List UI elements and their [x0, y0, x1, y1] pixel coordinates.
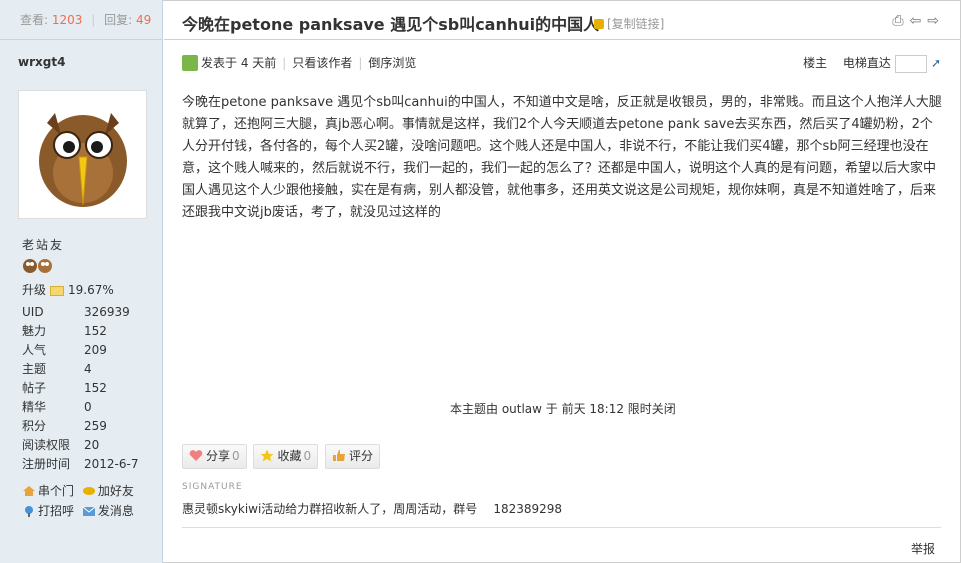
favorite-button[interactable]: 收藏 0	[253, 444, 319, 469]
post-main: 今晚在petone panksave 遇见个sb叫canhui的中国人 [复制链…	[164, 0, 961, 563]
envelope-icon	[82, 506, 96, 516]
medals	[22, 256, 54, 277]
signature-text: 惠灵顿skykiwi活动给力群招收新人了，周周活动，群号	[182, 502, 478, 516]
footer-divider	[182, 527, 941, 528]
reverse-order-link[interactable]: 倒序浏览	[368, 56, 416, 70]
views-count: 1203	[51, 13, 83, 27]
next-thread-icon[interactable]: ⇨	[927, 13, 939, 29]
floor-label: 楼主	[803, 56, 828, 70]
info-row: 阅读权限 20	[22, 438, 100, 452]
views-label: 查看:	[20, 13, 49, 27]
message-button[interactable]: 发消息	[82, 501, 134, 521]
greet-button[interactable]: 打招呼	[22, 501, 74, 521]
post-body: 今晚在petone panksave 遇见个sb叫canhui的中国人，不知道中…	[182, 95, 942, 220]
rate-button[interactable]: 评分	[324, 444, 380, 469]
user-info: UID 326939 魅力 152 人气 209 主题 4 帖子 152 精华 0 积分 25…	[22, 303, 152, 474]
info-row: 积分 259	[22, 419, 107, 433]
signature-label: SIGNATURE	[182, 482, 246, 492]
copy-link[interactable]: [复制链接]	[594, 15, 664, 32]
home-icon	[23, 486, 35, 496]
post-time: 发表于 4 天前	[201, 56, 277, 70]
prev-thread-icon[interactable]: ⇦	[910, 13, 922, 29]
post-buttons: 分享 0 收藏 0 评分	[182, 444, 383, 469]
user-actions: 串个门 加好友 打招呼 发消息	[22, 481, 157, 521]
kiwi-bird-avatar-icon	[21, 93, 144, 216]
star-icon	[260, 449, 274, 462]
info-row: 注册时间 2012-6-7	[22, 457, 139, 471]
thread-toolbar: ⎙ ⇦ ⇨	[886, 13, 939, 29]
floor-input[interactable]	[894, 54, 927, 73]
floor-controls: 楼主 电梯直达 ➚	[803, 53, 941, 73]
post-meta: 发表于 4 天前 | 只看该作者 | 倒序浏览 楼主 电梯直达 ➚	[182, 53, 941, 73]
info-row: 魅力 152	[22, 324, 107, 338]
go-icon[interactable]: ➚	[931, 53, 941, 73]
author-username[interactable]: wrxgt4	[18, 55, 65, 69]
upgrade-value: 19.67%	[68, 283, 114, 297]
closed-notice: 本主题由 outlaw 于 前天 18:12 限时关闭	[450, 402, 676, 416]
signature-divider: SIGNATURE	[182, 478, 727, 492]
only-author-link[interactable]: 只看该作者	[292, 56, 352, 70]
author-sidebar: 查看: 1203 | 回复: 49 wrxgt4 老站友 升级 19.67% U…	[0, 0, 163, 563]
thread-title: 今晚在petone panksave 遇见个sb叫canhui的中国人	[182, 15, 600, 34]
avatar[interactable]	[18, 90, 147, 219]
info-row: 人气 209	[22, 343, 107, 357]
pin-icon	[25, 506, 33, 517]
thumbs-up-icon	[332, 450, 345, 461]
handshake-icon	[82, 487, 95, 495]
replies-label: 回复:	[104, 13, 133, 27]
online-status-icon	[182, 55, 198, 71]
thread-stats: 查看: 1203 | 回复: 49	[0, 0, 162, 40]
progress-bar-icon	[50, 285, 65, 296]
info-row: 帖子 152	[22, 381, 107, 395]
medal-icon	[23, 259, 52, 273]
elevator-label: 电梯直达	[842, 56, 891, 70]
report-link[interactable]: 举报	[911, 540, 935, 557]
upgrade-label: 升级	[22, 283, 47, 297]
info-row: 主题 4	[22, 362, 92, 376]
heart-icon	[189, 450, 203, 461]
info-row: UID 326939	[22, 305, 130, 319]
signature: 惠灵顿skykiwi活动给力群招收新人了，周周活动，群号 182389298	[182, 500, 562, 517]
user-rank: 老站友	[22, 238, 65, 252]
info-row: 精华 0	[22, 400, 92, 414]
replies-count: 49	[136, 13, 152, 27]
add-friend-button[interactable]: 加好友	[82, 481, 134, 501]
title-bar: 今晚在petone panksave 遇见个sb叫canhui的中国人 [复制链…	[164, 0, 961, 40]
visit-button[interactable]: 串个门	[22, 481, 74, 501]
share-button[interactable]: 分享 0	[182, 444, 247, 469]
signature-number: 182389298	[493, 502, 563, 516]
upgrade-progress: 升级 19.67%	[22, 281, 114, 298]
lock-icon	[594, 19, 604, 29]
print-icon[interactable]: ⎙	[892, 13, 903, 29]
